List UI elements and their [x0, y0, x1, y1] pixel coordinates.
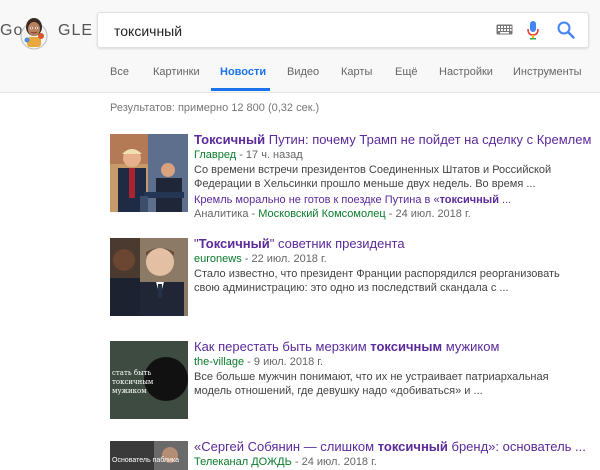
result-source-line: Главред - 17 ч. назад: [194, 148, 586, 163]
result-stats: Результатов: примерно 12 800 (0,32 сек.): [110, 102, 320, 114]
related-title-highlight: токсичный: [439, 194, 499, 206]
header: Go GLE токсичный Все Картинки Новости Ви…: [0, 0, 600, 93]
result-title-link[interactable]: Токсичный Путин: почему Трамп не пойдет …: [194, 132, 591, 148]
result-snippet: Все больше мужчин понимают, что их не ус…: [194, 371, 549, 397]
result-body: «Сергей Собянин — слишком токсичный брен…: [194, 439, 586, 470]
result-time: - 17 ч. назад: [236, 149, 303, 161]
tab-more[interactable]: Ещё: [395, 66, 418, 78]
result-title-link[interactable]: Как перестать быть мерзким токсичным муж…: [194, 339, 586, 355]
related-source-line: Аналитика - Московский Комсомолец - 24 и…: [194, 208, 586, 221]
title-highlight: Токсичный: [194, 132, 266, 147]
title-highlight: токсичным: [370, 339, 443, 354]
related-source[interactable]: Московский Комсомолец: [258, 208, 385, 220]
title-text: мужиком: [442, 339, 500, 354]
active-tab-indicator: [211, 88, 270, 91]
result-body: Токсичный Путин: почему Трамп не пойдет …: [194, 132, 591, 221]
tab-settings[interactable]: Настройки: [439, 66, 493, 78]
result-title-link[interactable]: "Токсичный" советник президента: [194, 236, 586, 252]
result-source[interactable]: Телеканал ДОЖДЬ: [194, 456, 292, 468]
tab-images[interactable]: Картинки: [153, 66, 200, 78]
logo-right-text: GLE: [58, 22, 94, 39]
search-icon[interactable]: [556, 20, 576, 40]
result-body: "Токсичный" советник президента euronews…: [194, 236, 586, 295]
tab-tools[interactable]: Инструменты: [513, 66, 582, 78]
result-time: - 22 июл. 2018 г.: [241, 253, 327, 265]
title-text: бренд»: основатель ...: [447, 439, 586, 454]
result-thumbnail[interactable]: Основатель паблика: [110, 441, 188, 470]
related-story-link[interactable]: Кремль морально не готов к поездке Путин…: [194, 193, 586, 208]
doodle-icon: [20, 18, 48, 50]
result-source[interactable]: the-village: [194, 356, 244, 368]
microphone-icon[interactable]: [526, 20, 540, 40]
result-snippet: Со времени встречи президентов Соединенн…: [194, 164, 552, 190]
tab-all[interactable]: Все: [110, 66, 129, 78]
result-source-line: euronews - 22 июл. 2018 г.: [194, 252, 586, 267]
result-thumbnail[interactable]: стать быть токсичным мужиком: [110, 341, 188, 419]
thumbnail-caption: Основатель паблика: [112, 457, 180, 464]
search-box: [97, 12, 589, 48]
search-input[interactable]: [112, 19, 486, 43]
result-body: Как перестать быть мерзким токсичным муж…: [194, 339, 586, 398]
title-text-pre: «Сергей Собянин — слишком: [194, 439, 378, 454]
result-time: - 9 июл. 2018 г.: [244, 356, 324, 368]
tab-news[interactable]: Новости: [220, 66, 266, 78]
result-source[interactable]: Главред: [194, 149, 236, 161]
title-text: Путин: почему Трамп не пойдет на сделку …: [265, 132, 592, 147]
related-time: - 24 июл. 2018 г.: [385, 208, 471, 220]
result-source[interactable]: euronews: [194, 253, 242, 265]
keyboard-icon[interactable]: [496, 24, 513, 35]
thumbnail-caption: стать быть токсичным мужиком: [112, 369, 154, 395]
tab-video[interactable]: Видео: [287, 66, 319, 78]
result-snippet: Стало известно, что президент Франции ра…: [194, 268, 560, 294]
tab-maps[interactable]: Карты: [341, 66, 372, 78]
result-title-link[interactable]: «Сергей Собянин — слишком токсичный брен…: [194, 439, 586, 455]
title-highlight: Токсичный: [198, 236, 270, 251]
related-title-ellipsis: ...: [498, 194, 512, 206]
result-source-line: Телеканал ДОЖДЬ - 24 июл. 2018 г.: [194, 455, 586, 470]
result-time: - 24 июл. 2018 г.: [291, 456, 377, 468]
result-thumbnail[interactable]: [110, 238, 188, 316]
result-thumbnail[interactable]: [110, 134, 188, 212]
related-title-text: Кремль морально не готов к поездке Путин…: [194, 194, 440, 206]
google-logo[interactable]: Go GLE: [0, 14, 94, 50]
title-text-pre: Как перестать быть мерзким: [194, 339, 371, 354]
title-highlight: токсичный: [377, 439, 448, 454]
title-text: " советник президента: [269, 236, 405, 251]
related-category: Аналитика -: [194, 208, 259, 220]
result-source-line: the-village - 9 июл. 2018 г.: [194, 355, 586, 370]
